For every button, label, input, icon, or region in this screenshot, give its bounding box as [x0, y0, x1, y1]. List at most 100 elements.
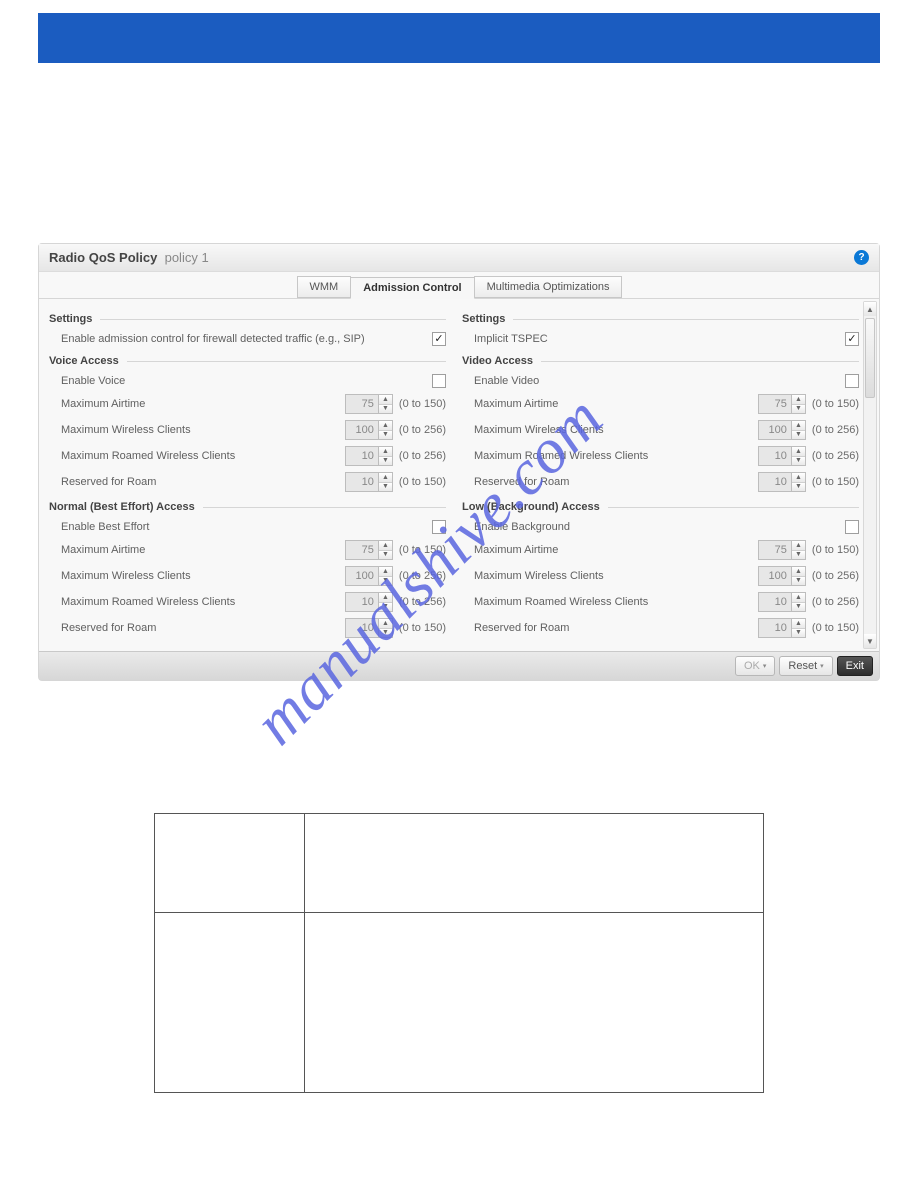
be-max-wc-spinner[interactable]: ▲▼: [345, 566, 393, 586]
enable-be-checkbox[interactable]: [432, 520, 446, 534]
settings-head-right: Settings: [462, 313, 859, 325]
spin-down[interactable]: ▼: [379, 577, 392, 586]
enable-bg-checkbox[interactable]: [845, 520, 859, 534]
spin-up[interactable]: ▲: [379, 447, 392, 457]
spin-down[interactable]: ▼: [379, 603, 392, 612]
voice-max-wc-spinner[interactable]: ▲▼: [345, 420, 393, 440]
spin-down[interactable]: ▼: [792, 629, 805, 638]
spin-down[interactable]: ▼: [379, 483, 392, 492]
scroll-down-icon[interactable]: ▼: [864, 634, 876, 648]
chevron-down-icon: ▾: [820, 662, 824, 670]
spin-down[interactable]: ▼: [792, 603, 805, 612]
bg-max-airtime-spinner[interactable]: ▲▼: [758, 540, 806, 560]
tab-multimedia-optimizations[interactable]: Multimedia Optimizations: [474, 276, 623, 298]
spin-up[interactable]: ▲: [379, 473, 392, 483]
be-max-rwc-spinner[interactable]: ▲▼: [345, 592, 393, 612]
be-max-airtime-spinner[interactable]: ▲▼: [345, 540, 393, 560]
video-max-wc-spinner[interactable]: ▲▼: [758, 420, 806, 440]
spin-up[interactable]: ▲: [379, 619, 392, 629]
tab-admission-control[interactable]: Admission Control: [350, 277, 474, 299]
spin-up[interactable]: ▲: [792, 447, 805, 457]
be-max-airtime-input[interactable]: [345, 540, 379, 560]
spin-up[interactable]: ▲: [379, 541, 392, 551]
voice-reserved-roam-input[interactable]: [345, 472, 379, 492]
enable-voice-checkbox[interactable]: [432, 374, 446, 388]
help-icon[interactable]: ?: [854, 250, 869, 265]
ok-button[interactable]: OK ▾: [735, 656, 775, 676]
spin-up[interactable]: ▲: [379, 421, 392, 431]
spin-down[interactable]: ▼: [379, 629, 392, 638]
spin-up[interactable]: ▲: [792, 541, 805, 551]
spin-down[interactable]: ▼: [379, 457, 392, 466]
enable-voice-label: Enable Voice: [61, 375, 432, 387]
video-max-wc-input[interactable]: [758, 420, 792, 440]
voice-max-rwc-spinner[interactable]: ▲▼: [345, 446, 393, 466]
vertical-scrollbar[interactable]: ▲ ▼: [863, 301, 877, 649]
spin-down[interactable]: ▼: [792, 405, 805, 414]
video-max-rwc-spinner[interactable]: ▲▼: [758, 446, 806, 466]
implicit-tspec-checkbox[interactable]: [845, 332, 859, 346]
spin-up[interactable]: ▲: [379, 567, 392, 577]
spin-down[interactable]: ▼: [379, 405, 392, 414]
reset-button[interactable]: Reset ▾: [779, 656, 832, 676]
chevron-down-icon: ▾: [763, 662, 767, 670]
spin-up[interactable]: ▲: [792, 395, 805, 405]
spin-down[interactable]: ▼: [379, 431, 392, 440]
video-max-rwc-input[interactable]: [758, 446, 792, 466]
enable-admission-checkbox[interactable]: [432, 332, 446, 346]
voice-reserved-roam-spinner[interactable]: ▲▼: [345, 472, 393, 492]
scroll-track[interactable]: [864, 316, 876, 634]
exit-button[interactable]: Exit: [837, 656, 873, 676]
scroll-up-icon[interactable]: ▲: [864, 302, 876, 316]
spin-up[interactable]: ▲: [792, 421, 805, 431]
bg-reserved-roam-input[interactable]: [758, 618, 792, 638]
spin-down[interactable]: ▼: [792, 577, 805, 586]
spin-up[interactable]: ▲: [792, 593, 805, 603]
spin-up[interactable]: ▲: [379, 593, 392, 603]
enable-be-label: Enable Best Effort: [61, 521, 432, 533]
bg-max-airtime-label: Maximum Airtime: [474, 544, 758, 556]
implicit-tspec-label: Implicit TSPEC: [474, 333, 845, 345]
spin-down[interactable]: ▼: [792, 431, 805, 440]
video-max-airtime-input[interactable]: [758, 394, 792, 414]
bg-max-wc-input[interactable]: [758, 566, 792, 586]
be-reserved-roam-input[interactable]: [345, 618, 379, 638]
bg-max-rwc-input[interactable]: [758, 592, 792, 612]
bg-max-rwc-label: Maximum Roamed Wireless Clients: [474, 596, 758, 608]
ok-button-label: OK: [744, 660, 760, 672]
bg-max-wc-spinner[interactable]: ▲▼: [758, 566, 806, 586]
be-max-wc-input[interactable]: [345, 566, 379, 586]
enable-bg-label: Enable Background: [474, 521, 845, 533]
be-max-rwc-label: Maximum Roamed Wireless Clients: [61, 596, 345, 608]
be-max-rwc-input[interactable]: [345, 592, 379, 612]
video-access-head: Video Access: [462, 355, 859, 367]
scroll-thumb[interactable]: [865, 318, 875, 398]
enable-video-checkbox[interactable]: [845, 374, 859, 388]
hint: (0 to 256): [399, 424, 446, 436]
reset-button-label: Reset: [788, 660, 817, 672]
tab-wmm[interactable]: WMM: [297, 276, 352, 298]
video-max-airtime-spinner[interactable]: ▲▼: [758, 394, 806, 414]
low-access-head: Low (Background) Access: [462, 501, 859, 513]
video-reserved-roam-input[interactable]: [758, 472, 792, 492]
spin-up[interactable]: ▲: [792, 473, 805, 483]
spin-down[interactable]: ▼: [792, 483, 805, 492]
spin-down[interactable]: ▼: [792, 457, 805, 466]
bg-reserved-roam-spinner[interactable]: ▲▼: [758, 618, 806, 638]
spin-up[interactable]: ▲: [792, 619, 805, 629]
spin-down[interactable]: ▼: [792, 551, 805, 560]
voice-max-rwc-input[interactable]: [345, 446, 379, 466]
bg-max-airtime-input[interactable]: [758, 540, 792, 560]
bg-max-rwc-spinner[interactable]: ▲▼: [758, 592, 806, 612]
table-row: [155, 814, 764, 913]
voice-max-wc-input[interactable]: [345, 420, 379, 440]
spin-up[interactable]: ▲: [379, 395, 392, 405]
tabs-row: WMM Admission Control Multimedia Optimiz…: [39, 272, 879, 299]
be-reserved-roam-spinner[interactable]: ▲▼: [345, 618, 393, 638]
spin-up[interactable]: ▲: [792, 567, 805, 577]
video-reserved-roam-spinner[interactable]: ▲▼: [758, 472, 806, 492]
voice-max-airtime-input[interactable]: [345, 394, 379, 414]
spin-down[interactable]: ▼: [379, 551, 392, 560]
voice-max-airtime-spinner[interactable]: ▲▼: [345, 394, 393, 414]
video-max-wc-label: Maximum Wireless Clients: [474, 424, 758, 436]
